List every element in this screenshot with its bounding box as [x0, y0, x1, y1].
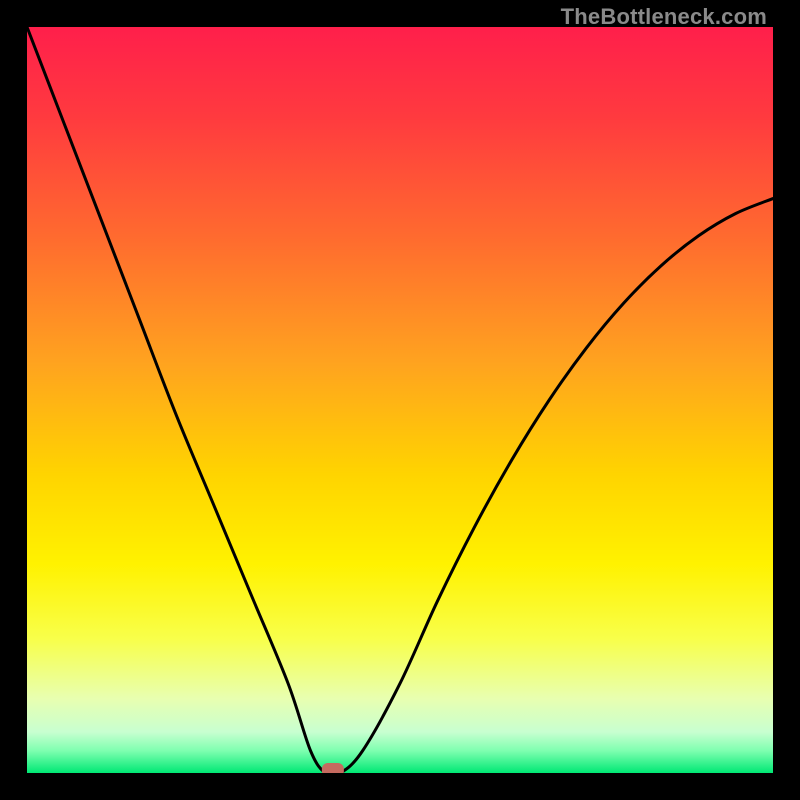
plot-area: [27, 27, 773, 773]
optimal-marker: [322, 763, 344, 773]
chart-frame: TheBottleneck.com: [0, 0, 800, 800]
chart-canvas: [27, 27, 773, 773]
gradient-background: [27, 27, 773, 773]
watermark-text: TheBottleneck.com: [561, 4, 767, 30]
